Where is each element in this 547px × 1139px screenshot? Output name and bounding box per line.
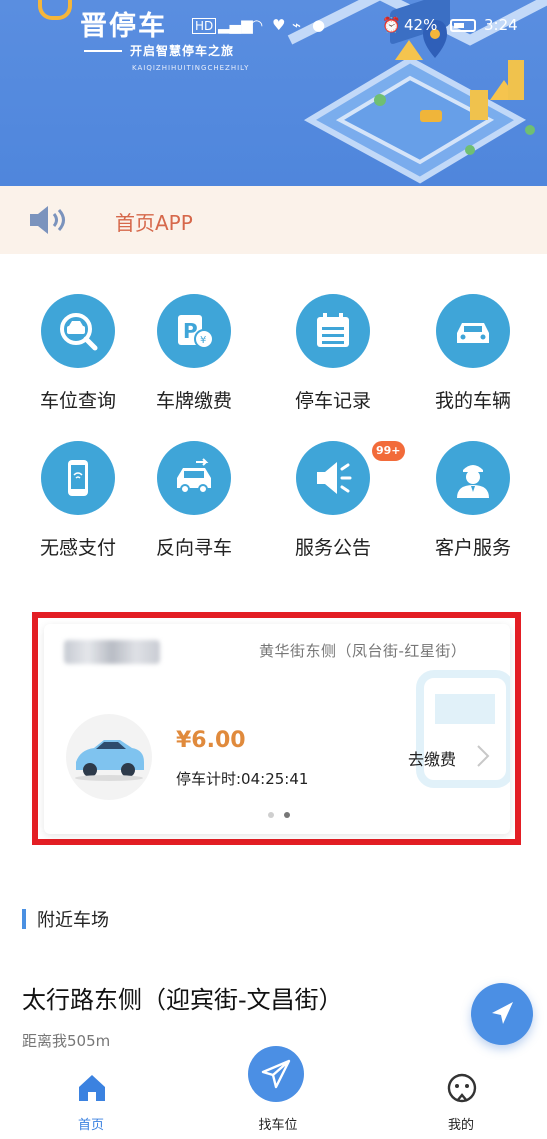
announcement-badge: 99+ [372,441,405,461]
plate-payment-icon: P ¥ [178,315,214,349]
bottom-tab-bar: 首页 找车位 我的 [0,1046,547,1139]
service-icon-bg [41,441,115,515]
battery-icon [450,19,476,32]
chat-icon: ● [312,16,326,34]
service-reverse-find-car[interactable]: 反向寻车 [135,427,255,567]
my-car-icon [457,323,489,343]
parking-lot-distance: 距离我505m [22,1032,111,1050]
plate-number-blurred [64,640,160,664]
tab-home-label: 首页 [77,1118,104,1133]
service-label: 无感支付 [39,537,116,559]
status-bar: HD ▂▄▆ ◠ ♥ ⌁ ● ⏰ 42% 3:24 [192,16,542,38]
car-avatar [66,714,152,800]
paper-plane-icon [261,1059,291,1089]
section-accent-bar [22,909,26,929]
nearby-section-title: 附近车场 [37,910,109,931]
tab-home[interactable]: 首页 [41,1062,141,1139]
speaker-icon [30,206,65,234]
home-page: 晋停车 开启智慧停车之旅 KAIQIZHIHUITINGCHEZHILY HD … [0,0,547,1139]
notice-text: 首页APP [115,211,193,235]
service-my-car[interactable]: 我的车辆 [414,280,534,420]
app-slogan: 开启智慧停车之旅 [130,44,235,58]
service-icon-bg [436,441,510,515]
service-icon-bg [41,294,115,368]
slogan-divider [84,50,122,52]
service-label: 客户服务 [434,537,511,559]
service-icon-bg: P ¥ [157,294,231,368]
carousel-dot-active[interactable] [284,812,290,818]
car-watermark-icon [416,670,510,788]
navigation-arrow-icon [492,1002,513,1024]
app-notify-icon: ⌁ [292,16,302,34]
find-parking-circle [248,1046,304,1102]
tab-mine[interactable]: 我的 [411,1062,511,1139]
service-label: 停车记录 [294,390,371,412]
service-plate-payment[interactable]: P ¥ 车牌缴费 [135,280,255,420]
service-label: 车位查询 [39,390,116,412]
announcement-icon [317,462,352,494]
service-parking-record[interactable]: 停车记录 [274,280,394,420]
battery-percent: 42% [404,16,438,34]
tab-mine-label: 我的 [447,1118,474,1133]
customer-service-icon [457,465,489,498]
notice-bar[interactable]: 首页APP [0,186,547,254]
service-icon-bg [436,294,510,368]
carousel-dots [268,812,298,820]
service-label: 我的车辆 [434,390,511,412]
service-grid: 车位查询 P ¥ 车牌缴费 停车记录 我的车辆 无感支付 反向寻车 服务公告 客… [0,280,547,580]
service-customer-service[interactable]: 客户服务 [414,427,534,567]
service-label: 服务公告 [294,537,371,559]
parking-duration: 停车计时:04:25:41 [176,770,309,788]
parking-location: 黄华街东侧（凤台街-红星街） [259,642,467,660]
header-banner: 晋停车 开启智慧停车之旅 KAIQIZHIHUITINGCHEZHILY HD … [0,0,547,186]
hd-icon: HD [192,18,217,34]
car-search-icon [60,313,98,351]
user-face-icon [447,1073,477,1103]
tab-find-label: 找车位 [258,1118,298,1133]
heart-icon: ♥ [272,16,286,34]
go-pay-button[interactable]: 去缴费 [408,746,456,770]
car-icon [75,740,144,781]
home-icon [79,1075,105,1101]
app-title: 晋停车 [80,11,167,42]
chevron-right-icon[interactable] [476,744,490,768]
parking-order-card[interactable]: 黄华街东侧（凤台街-红星街） ¥6.00 停车计时:04:25:41 去缴费 [44,624,510,834]
wifi-icon: ◠ [250,16,264,34]
clock-time: 3:24 [484,16,518,34]
reverse-find-car-icon [177,458,211,494]
parking-fee: ¥6.00 [176,728,246,753]
service-parking-search[interactable]: 车位查询 [19,280,139,420]
parking-lot-name[interactable]: 太行路东侧（迎宾街-文昌街） [22,980,343,1015]
service-label: 反向寻车 [155,537,232,559]
service-icon-bg [157,441,231,515]
signal-icon: ▂▄▆ [218,16,253,34]
service-contactless-pay[interactable]: 无感支付 [19,427,139,567]
service-icon-bg [296,294,370,368]
carousel-dot[interactable] [268,812,274,818]
svg-text:¥: ¥ [200,335,206,346]
contactless-pay-icon [68,460,88,496]
service-label: 车牌缴费 [155,390,232,412]
brand-logo [38,0,72,20]
alarm-icon: ⏰ [382,16,401,34]
service-icon-bg [296,441,370,515]
tab-find-parking[interactable]: 找车位 [228,1046,328,1139]
app-slogan-pinyin: KAIQIZHIHUITINGCHEZHILY [132,64,250,72]
parking-record-icon [317,313,349,347]
navigate-button[interactable] [471,983,533,1045]
